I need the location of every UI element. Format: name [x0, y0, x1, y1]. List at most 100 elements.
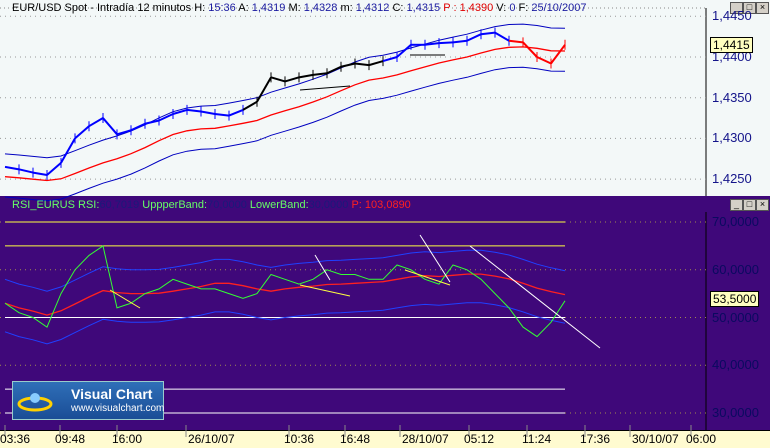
rsi-average-line: [4, 273, 566, 316]
price-segment: [74, 125, 90, 140]
price-segment: [4, 165, 20, 171]
time-axis-label: 26/10/07: [188, 432, 235, 446]
price-segment: [354, 62, 370, 67]
price-segment: [494, 31, 510, 42]
rsi-axis-label: 50,0000: [712, 309, 759, 325]
time-axis-label: 10:36: [284, 432, 315, 446]
price-segment: [186, 108, 202, 113]
price-axis-label: 1,4450: [712, 8, 752, 24]
c-value: 1,4315: [406, 2, 441, 14]
c-label: C:: [392, 2, 404, 14]
price-segment: [326, 65, 342, 75]
m-label: M:: [288, 2, 301, 14]
p-value: 1,4390: [459, 2, 494, 14]
trendline[interactable]: [299, 284, 351, 297]
price-segment: [522, 41, 538, 58]
logo-url: www.visualchart.com: [71, 403, 165, 414]
rsi-axis-label: 30,0000: [712, 405, 759, 420]
visual-chart-logo[interactable]: Visual Chart www.visualchart.com: [12, 381, 164, 420]
price-segment: [382, 56, 398, 63]
price-segment: [256, 76, 272, 103]
price-segment: [536, 56, 552, 65]
price-segment: [550, 44, 566, 65]
f-value: 25/10/2007: [531, 2, 587, 14]
time-axis-label: 09:48: [55, 432, 86, 446]
time-axis-label: 30/10/07: [632, 432, 679, 446]
price-segment: [368, 60, 384, 67]
price-segment: [508, 39, 524, 44]
price-segment: [88, 117, 104, 128]
lower-value: 30,0000: [308, 199, 349, 211]
price-segment: [172, 108, 188, 115]
close-button[interactable]: ×: [756, 2, 769, 14]
rsi-lower-band: [4, 302, 566, 345]
f-label: F:: [518, 2, 529, 14]
rsi-value: 60,7019: [99, 199, 140, 211]
v-label: V:: [496, 2, 507, 14]
price-segment: [298, 73, 314, 79]
time-axis-label: 06:00: [686, 432, 717, 446]
price-axis-label: 1,4300: [712, 130, 752, 146]
price-segment: [102, 117, 118, 135]
rsi-tag: 53,5000: [710, 291, 760, 307]
price-segment: [242, 100, 258, 111]
lo-label: m:: [340, 2, 353, 14]
v-value: 0: [509, 2, 516, 14]
rsi-close-button[interactable]: ×: [756, 199, 769, 211]
chart-title: EUR/USD Spot - Intradía 12 minutos H: 15…: [12, 2, 586, 14]
rsi-axis-label: 70,0000: [712, 214, 759, 229]
upper-band-line: [4, 23, 566, 159]
time-axis-label: 17:36: [580, 432, 611, 446]
upper-value: 70,0000: [207, 199, 247, 211]
trendline[interactable]: [469, 245, 601, 349]
rsi-label: RSI:: [78, 199, 100, 211]
time-axis-label: 16:00: [112, 432, 143, 446]
price-segment: [46, 162, 62, 176]
price-axis-label: 1,4250: [712, 171, 752, 187]
a-label: A:: [238, 2, 249, 14]
moving-average-line: [4, 46, 566, 182]
price-segment: [214, 112, 230, 117]
rsi-maximize-button[interactable]: □: [743, 199, 756, 211]
price-segment: [130, 122, 146, 132]
price-segment: [466, 33, 482, 42]
upper-label: UppperBand:: [142, 199, 208, 211]
logo-swoosh-icon: [17, 393, 53, 412]
price-segment: [480, 31, 496, 36]
price-segment: [60, 137, 76, 164]
rsi-name: RSI_EURUS: [12, 199, 75, 211]
symbol-label: EUR/USD Spot - Intradía 12 minutos: [12, 2, 192, 14]
trendline[interactable]: [419, 234, 451, 283]
lower-band-line: [4, 66, 566, 202]
price-segment: [284, 76, 300, 83]
h-value: 15:36: [208, 2, 236, 14]
chart-canvas: [0, 7, 707, 437]
logo-name: Visual Chart: [71, 386, 153, 402]
p-label: P :: [443, 2, 457, 14]
price-segment: [270, 76, 286, 83]
price-segment: [32, 171, 48, 177]
price-segment: [228, 108, 244, 117]
price-segment: [340, 62, 356, 68]
price-segment: [200, 110, 216, 115]
time-axis-label: 11:24: [522, 432, 552, 446]
h-label: H:: [194, 2, 206, 14]
rsi-axis-label: 60,0000: [712, 261, 759, 277]
lower-label: LowerBand:: [249, 199, 309, 211]
rsi-upper-band: [4, 249, 566, 292]
price-tag: 1,4415: [710, 37, 753, 53]
time-axis-label: 28/10/07: [402, 432, 449, 446]
time-axis-label: 16:48: [340, 432, 371, 446]
price-segment: [452, 39, 468, 44]
rsi-line: [4, 245, 566, 338]
price-segment: [396, 44, 412, 58]
time-axis-label: 03:36: [0, 432, 31, 446]
price-segment: [438, 41, 454, 45]
a-value: 1,4319: [251, 2, 286, 14]
price-axis-label: 1,4350: [712, 89, 752, 105]
rsi-title: RSI_EURUS RSI:60,7019 UppperBand:70,0000…: [12, 199, 411, 211]
rsi-minimize-button[interactable]: _: [730, 199, 743, 211]
time-axis-label: 05:12: [464, 432, 495, 446]
price-segment: [18, 168, 34, 174]
rsi-p-value: P: 103,0890: [351, 199, 411, 211]
